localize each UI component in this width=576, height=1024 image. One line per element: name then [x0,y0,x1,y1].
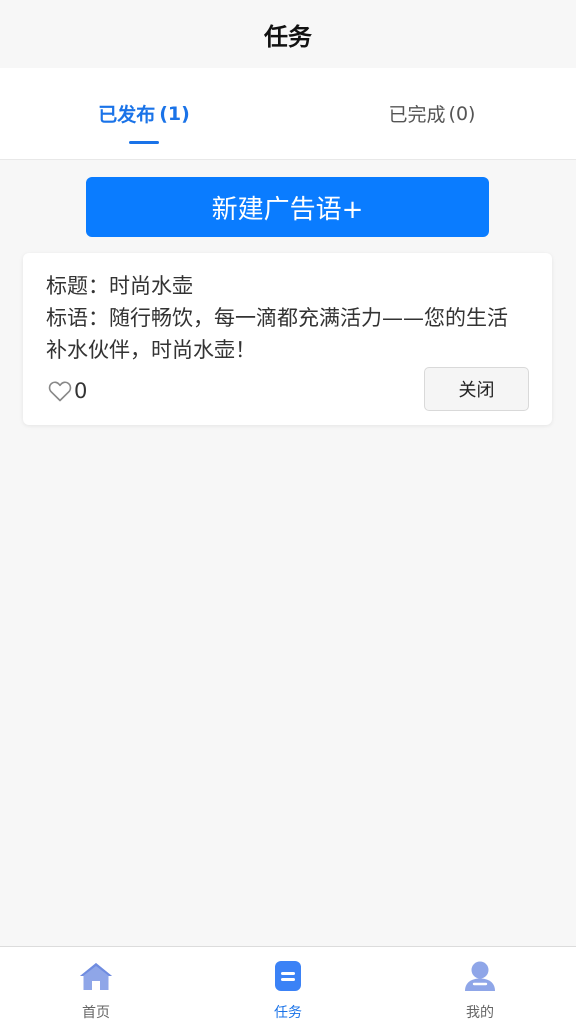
page-title: 任务 [264,22,312,51]
status-tabs: 已发布 (1) 已完成 (0) [0,68,576,160]
nav-item-me[interactable]: 我的 [384,947,576,1024]
bottom-nav: 首页 任务 我的 [0,946,576,1024]
nav-label-task: 任务 [274,1005,302,1021]
task-icon [273,960,303,996]
close-button[interactable]: 关闭 [424,367,529,411]
tab-completed-count: (0) [448,102,476,125]
like-counter[interactable]: 0 [48,379,87,403]
nav-item-task[interactable]: 任务 [192,947,384,1024]
navbar: 任务 [0,0,576,68]
like-count: 0 [74,379,88,403]
heart-icon[interactable] [48,380,74,402]
slogan-card: 标题：时尚水壶 标语：随行畅饮，每一滴都充满活力——您的生活补水伙伴，时尚水壶！… [23,253,552,425]
nav-label-home: 首页 [82,1005,110,1021]
new-slogan-button[interactable]: 新建广告语+ [86,177,489,237]
nav-item-home[interactable]: 首页 [0,947,192,1024]
home-icon [78,960,114,996]
tab-active-indicator [129,141,159,144]
tab-published-label: 已发布 [98,104,156,126]
app-root: 任务 已发布 (1) 已完成 (0) 新建广告语+ 标题：时尚水壶 标语：随行畅… [0,0,576,1024]
nav-label-me: 我的 [466,1005,494,1021]
tab-published-count: (1) [159,102,190,125]
tab-completed[interactable]: 已完成 (0) [288,68,576,159]
card-title: 标题：时尚水壶 [46,274,193,298]
card-slogan: 标语：随行畅饮，每一滴都充满活力——您的生活补水伙伴，时尚水壶！ [46,306,508,362]
tab-published[interactable]: 已发布 (1) [0,68,288,159]
user-icon [463,960,497,996]
tab-completed-label: 已完成 [388,104,446,126]
